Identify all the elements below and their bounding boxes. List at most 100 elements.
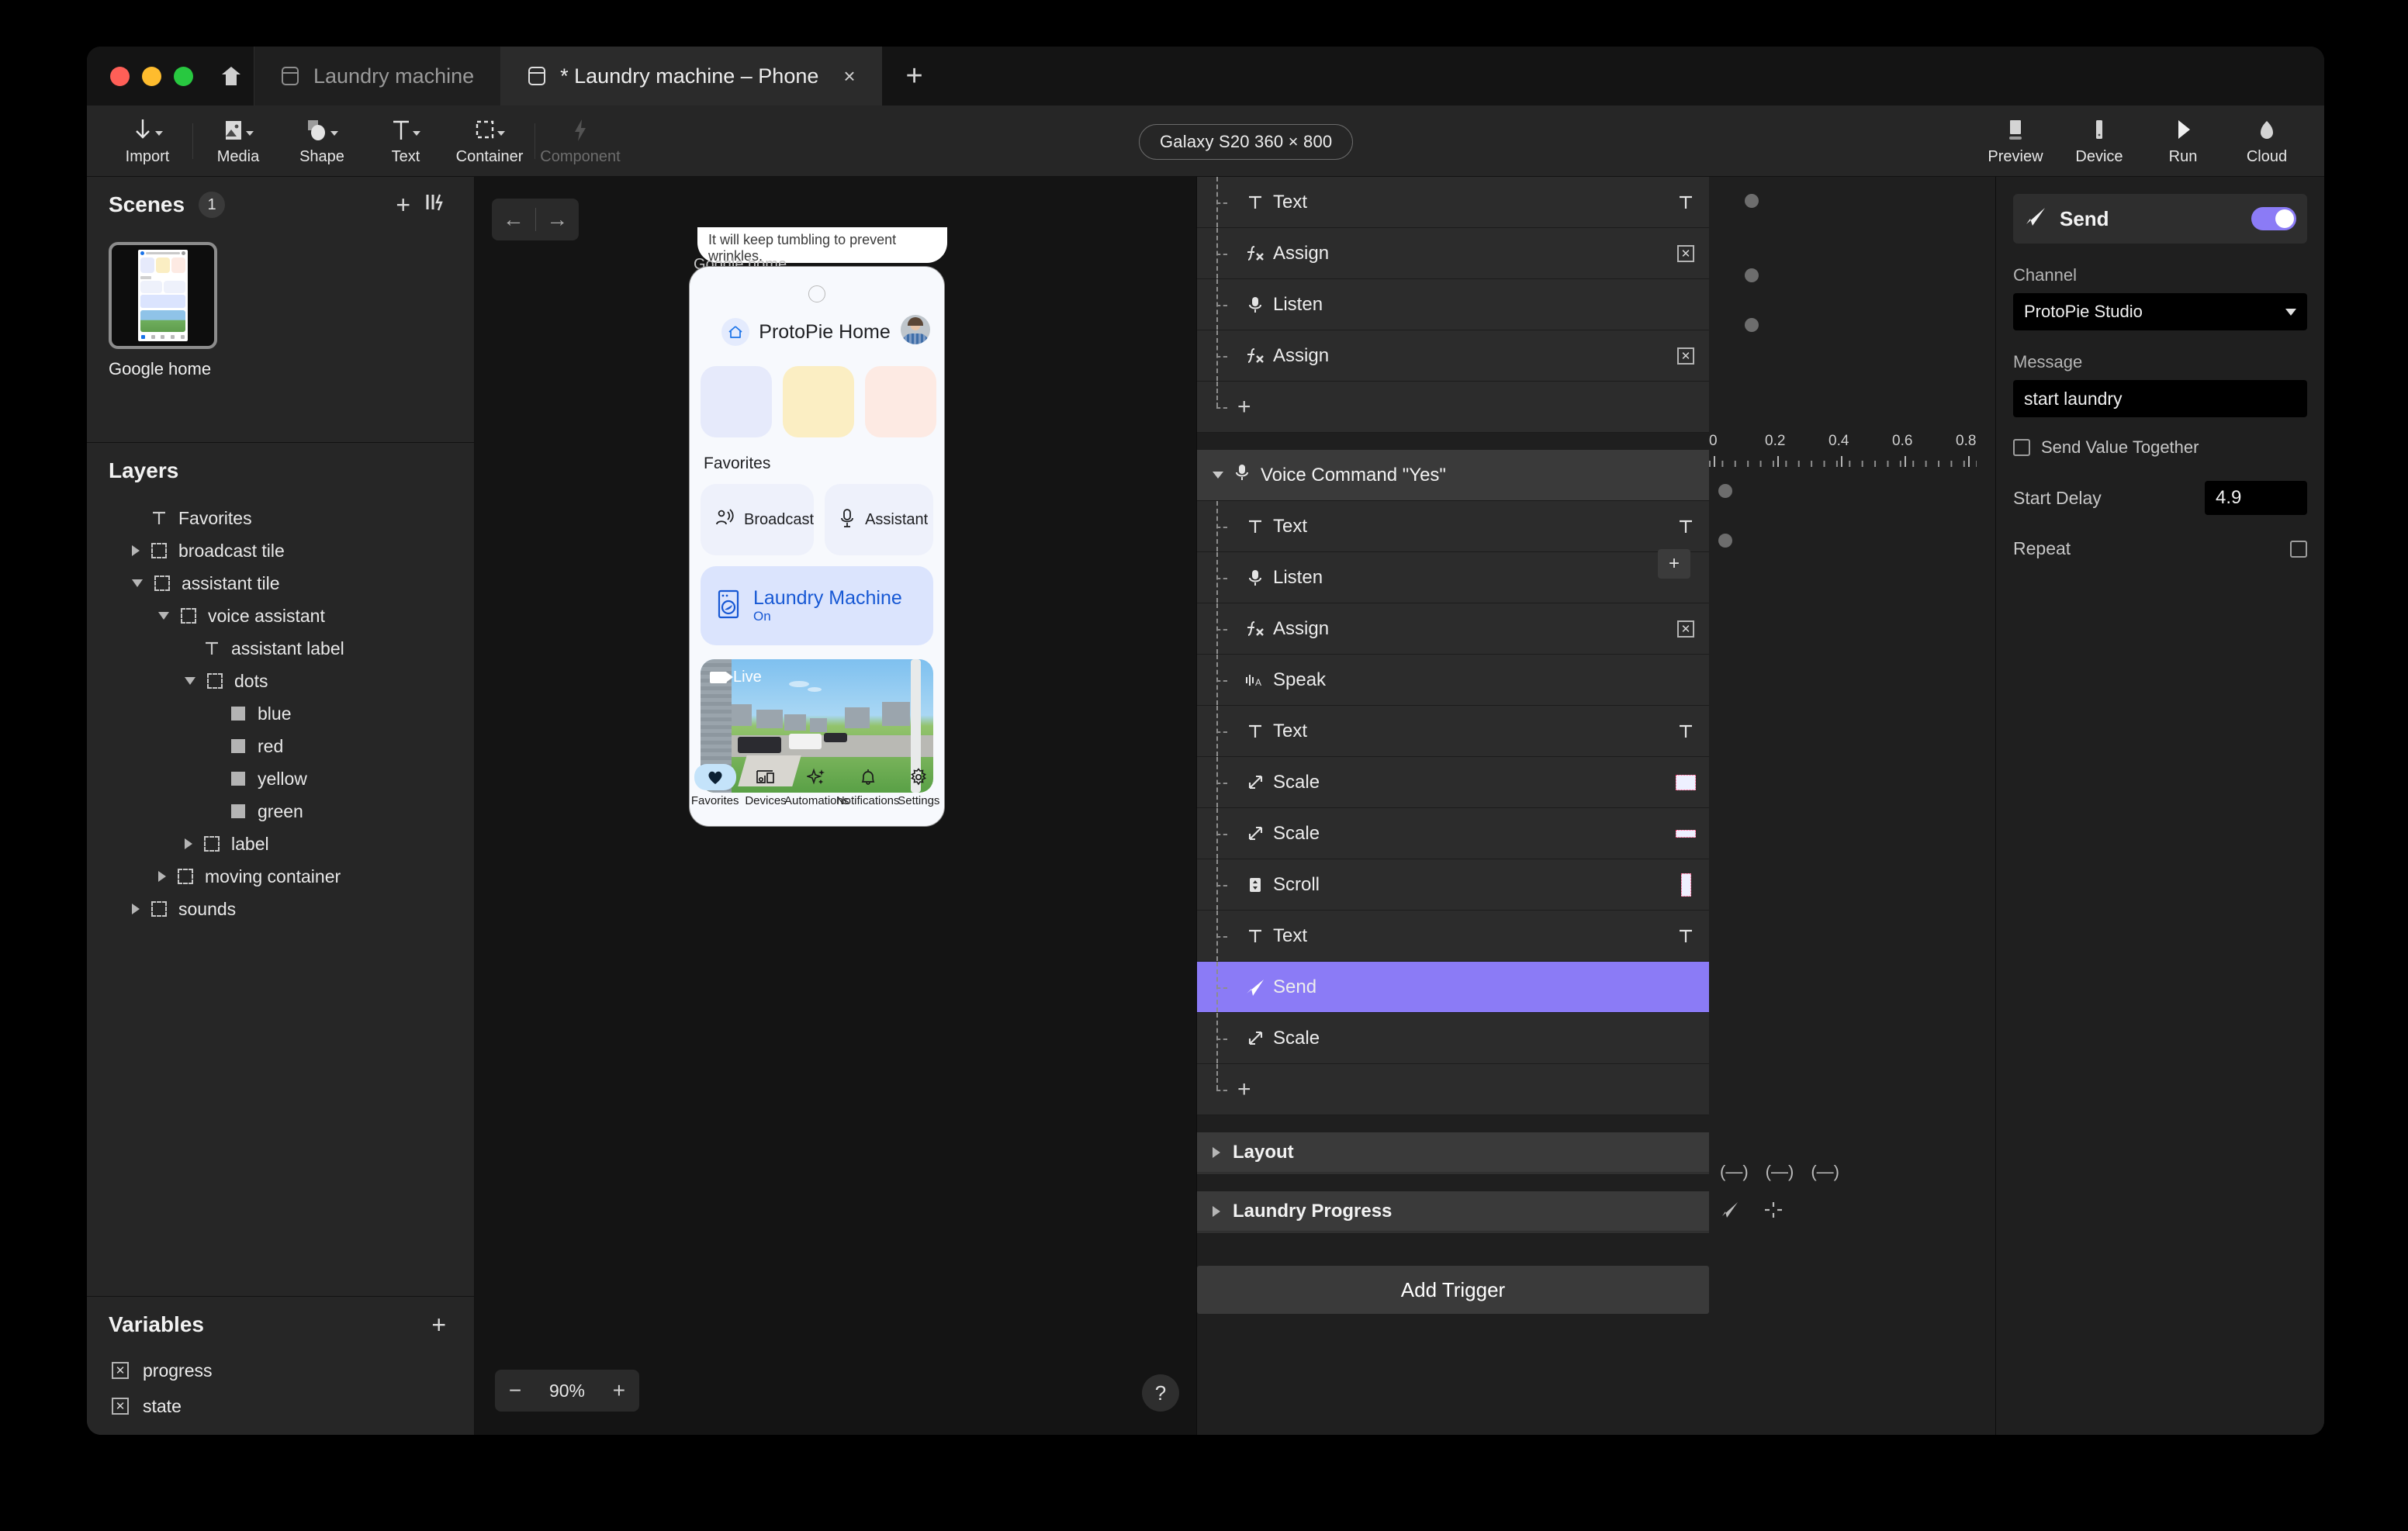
- action-row-listen[interactable]: Listen: [1197, 552, 1709, 603]
- layer-row-yellow[interactable]: yellow: [87, 762, 474, 795]
- phone-nav-devices[interactable]: Devices: [740, 764, 791, 807]
- collapsed-trigger-layout[interactable]: Layout: [1197, 1132, 1709, 1174]
- send-paperplane-icon[interactable]: [1720, 1201, 1740, 1224]
- variable-x-icon[interactable]: ✕: [1662, 620, 1709, 638]
- layer-row-dots[interactable]: dots: [87, 665, 474, 697]
- action-row-scale[interactable]: Scale: [1197, 808, 1709, 859]
- action-row-speak[interactable]: A Speak: [1197, 655, 1709, 706]
- add-action-button-top[interactable]: +: [1197, 382, 1709, 433]
- timeline-column[interactable]: 0 0.2 0.4 0.6 0.8 (—) (—) (—): [1709, 177, 1995, 1435]
- broadcast-tile[interactable]: Broadcast: [701, 484, 815, 555]
- action-row-text[interactable]: Text: [1197, 501, 1709, 552]
- action-cloud[interactable]: Cloud: [2225, 116, 2309, 166]
- scene-card-google-home[interactable]: Google home: [109, 242, 217, 380]
- layer-row-green[interactable]: green: [87, 795, 474, 828]
- text-t-icon[interactable]: [1662, 517, 1709, 536]
- tab-laundry-machine[interactable]: Laundry machine: [254, 47, 501, 105]
- trigger-header-voice-command-yes[interactable]: Voice Command "Yes": [1197, 450, 1709, 501]
- insert-action-button[interactable]: +: [1658, 549, 1690, 579]
- variable-row-progress[interactable]: ✕ progress: [87, 1353, 474, 1388]
- start-delay-input[interactable]: 4.9: [2205, 481, 2307, 515]
- tool-text[interactable]: Text: [364, 116, 448, 166]
- phone-preview[interactable]: ProtoPie Home ⌄ Favorites: [689, 266, 945, 827]
- layer-row-blue[interactable]: blue: [87, 697, 474, 730]
- text-t-icon[interactable]: [1662, 722, 1709, 741]
- action-row-text[interactable]: Text: [1197, 177, 1709, 228]
- layer-row-sounds[interactable]: sounds: [87, 893, 474, 925]
- collapse-triangle-icon[interactable]: [158, 612, 169, 620]
- collapsed-trigger-laundry-progress[interactable]: Laundry Progress: [1197, 1191, 1709, 1233]
- action-row-text[interactable]: Text: [1197, 911, 1709, 962]
- link-icon[interactable]: (—): [1811, 1162, 1839, 1182]
- action-row-assign[interactable]: Assign ✕: [1197, 330, 1709, 382]
- layer-chip-tall[interactable]: [1662, 873, 1709, 897]
- layer-row-broadcast-tile[interactable]: broadcast tile: [87, 534, 474, 567]
- action-row-assign[interactable]: Assign ✕: [1197, 228, 1709, 279]
- layer-row-assistant-label[interactable]: assistant label: [87, 632, 474, 665]
- crosshair-icon[interactable]: [1763, 1201, 1784, 1224]
- layer-chip-thin[interactable]: [1662, 829, 1709, 838]
- variable-x-icon[interactable]: ✕: [1662, 244, 1709, 262]
- action-row-listen[interactable]: Listen: [1197, 279, 1709, 330]
- layer-row-red[interactable]: red: [87, 730, 474, 762]
- action-row-scroll[interactable]: Scroll: [1197, 859, 1709, 911]
- channel-select[interactable]: ProtoPie Studio: [2013, 293, 2307, 330]
- assistant-tile[interactable]: Assistant: [825, 484, 933, 555]
- tool-import[interactable]: Import: [106, 116, 189, 166]
- message-input[interactable]: start laundry: [2013, 380, 2307, 417]
- zoom-in-button[interactable]: +: [613, 1378, 625, 1403]
- new-tab-button[interactable]: +: [881, 47, 947, 105]
- text-t-icon[interactable]: [1662, 927, 1709, 945]
- link-icon[interactable]: (—): [1720, 1162, 1749, 1182]
- scenes-link-icon[interactable]: [424, 192, 446, 218]
- repeat-checkbox[interactable]: [2290, 540, 2307, 558]
- tab-laundry-machine-phone[interactable]: * Laundry machine – Phone ×: [501, 47, 882, 105]
- nav-back-button[interactable]: ←: [492, 207, 535, 232]
- enable-action-toggle[interactable]: [2251, 207, 2296, 230]
- phone-nav-automations[interactable]: Automations: [784, 764, 849, 807]
- variable-x-icon[interactable]: ✕: [1662, 347, 1709, 365]
- add-trigger-button[interactable]: Add Trigger: [1197, 1266, 1709, 1314]
- expand-triangle-icon[interactable]: [158, 871, 166, 882]
- canvas-area[interactable]: ← → It will keep tumbling to prevent wri…: [475, 177, 1196, 1435]
- add-scene-button[interactable]: +: [396, 191, 410, 219]
- home-icon[interactable]: [213, 47, 249, 105]
- action-device[interactable]: Device: [2057, 116, 2141, 166]
- help-button[interactable]: ?: [1142, 1374, 1179, 1412]
- link-icon[interactable]: (—): [1766, 1162, 1794, 1182]
- phone-nav-notifications[interactable]: Notifications: [836, 764, 900, 807]
- action-row-assign[interactable]: Assign ✕: [1197, 603, 1709, 655]
- expand-triangle-icon[interactable]: [132, 904, 140, 914]
- favorites-swatch-row[interactable]: [690, 346, 944, 437]
- layer-chip-square[interactable]: [1662, 774, 1709, 790]
- layer-row-Favorites[interactable]: Favorites: [87, 502, 474, 534]
- tool-component[interactable]: Component: [538, 116, 622, 166]
- expand-triangle-icon[interactable]: [185, 838, 192, 849]
- maximize-window-button[interactable]: [174, 66, 193, 86]
- tool-container[interactable]: Container: [448, 116, 531, 166]
- action-row-send[interactable]: Send: [1197, 962, 1709, 1013]
- expand-triangle-icon[interactable]: [132, 545, 140, 556]
- tool-media[interactable]: Media: [196, 116, 280, 166]
- action-preview[interactable]: Preview: [1974, 116, 2057, 166]
- layer-row-voice-assistant[interactable]: voice assistant: [87, 600, 474, 632]
- zoom-out-button[interactable]: −: [509, 1378, 521, 1403]
- action-run[interactable]: Run: [2141, 116, 2225, 166]
- close-tab-button[interactable]: ×: [843, 64, 855, 88]
- action-row-scale[interactable]: Scale: [1197, 1013, 1709, 1064]
- collapse-triangle-icon[interactable]: [185, 677, 195, 685]
- device-size-pill[interactable]: Galaxy S20 360 × 800: [1139, 124, 1354, 160]
- layer-row-assistant-tile[interactable]: assistant tile: [87, 567, 474, 600]
- phone-nav-settings[interactable]: Settings: [894, 764, 944, 807]
- send-value-together-row[interactable]: Send Value Together: [2013, 437, 2307, 458]
- minimize-window-button[interactable]: [142, 66, 161, 86]
- text-t-icon[interactable]: [1662, 193, 1709, 212]
- laundry-machine-card[interactable]: Laundry Machine On: [701, 566, 933, 645]
- expand-triangle-icon[interactable]: [1213, 1205, 1220, 1217]
- phone-nav-favorites[interactable]: Favorites: [690, 764, 740, 807]
- tool-shape[interactable]: Shape: [280, 116, 364, 166]
- collapse-triangle-icon[interactable]: [1213, 472, 1223, 479]
- avatar[interactable]: [901, 315, 930, 344]
- collapse-triangle-icon[interactable]: [132, 579, 143, 587]
- add-variable-button[interactable]: +: [431, 1311, 446, 1339]
